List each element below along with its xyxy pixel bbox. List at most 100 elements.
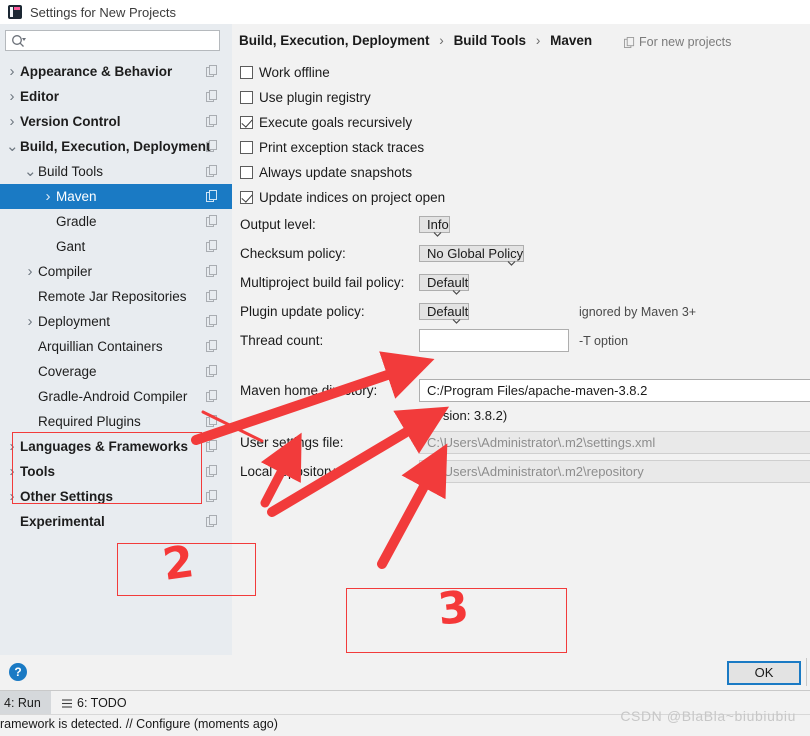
chevron-down-icon[interactable]: ⌄ — [6, 134, 19, 159]
chevron-right-icon[interactable]: › — [24, 259, 36, 284]
search-box[interactable] — [5, 30, 220, 51]
checkbox-execute-goals-recursively[interactable]: Execute goals recursively — [240, 112, 412, 133]
sidebar-item-compiler[interactable]: › Compiler — [0, 259, 232, 284]
copy-settings-icon[interactable] — [206, 515, 218, 527]
sidebar-item-gradle-android-compiler[interactable]: Gradle-Android Compiler — [0, 384, 232, 409]
sidebar-item-remote-jar-repositories[interactable]: Remote Jar Repositories — [0, 284, 232, 309]
chevron-right-icon[interactable]: › — [24, 309, 36, 334]
select-checksum-policy[interactable]: No Global Policy — [419, 245, 525, 266]
select-multiproject[interactable]: Default — [419, 274, 470, 295]
sidebar-item-label: Gant — [56, 239, 86, 254]
copy-settings-icon[interactable] — [206, 115, 218, 127]
copy-settings-icon[interactable] — [206, 240, 218, 252]
copy-settings-icon[interactable] — [206, 315, 218, 327]
chevron-right-icon[interactable]: › — [6, 434, 18, 459]
select-output-level[interactable]: Info — [419, 216, 450, 237]
breadcrumb: Build, Execution, Deployment › Build Too… — [239, 33, 592, 48]
ok-button[interactable]: OK — [727, 661, 801, 685]
copy-settings-icon[interactable] — [206, 190, 218, 202]
copy-settings-icon[interactable] — [206, 290, 218, 302]
chevron-down-icon[interactable] — [433, 224, 442, 237]
copy-settings-icon[interactable] — [206, 490, 218, 502]
search-input[interactable] — [32, 32, 216, 51]
sidebar-item-version-control[interactable]: › Version Control — [0, 109, 232, 134]
copy-settings-icon[interactable] — [206, 365, 218, 377]
dialog-right-edge — [806, 658, 810, 686]
sidebar-item-build-execution-deployment[interactable]: ⌄ Build, Execution, Deployment — [0, 134, 232, 159]
checkbox-indicator[interactable] — [240, 66, 253, 79]
select-value: Default — [427, 304, 469, 319]
checkbox-always-update-snapshots[interactable]: Always update snapshots — [240, 162, 412, 183]
sidebar-item-required-plugins[interactable]: Required Plugins — [0, 409, 232, 434]
sidebar-item-languages-frameworks[interactable]: › Languages & Frameworks — [0, 434, 232, 459]
breadcrumb-part-1[interactable]: Build, Execution, Deployment — [239, 33, 430, 48]
chevron-right-icon[interactable]: › — [42, 184, 54, 209]
breadcrumb-part-3[interactable]: Maven — [550, 33, 592, 48]
field-label-user-settings: User settings file: — [240, 435, 344, 450]
sidebar-item-label: Languages & Frameworks — [20, 439, 189, 454]
checkbox-indicator[interactable] — [240, 191, 253, 204]
sidebar-item-build-tools[interactable]: ⌄ Build Tools — [0, 159, 232, 184]
copy-settings-icon[interactable] — [206, 390, 218, 402]
field-label-multiproject: Multiproject build fail policy: — [240, 275, 405, 290]
sidebar-item-appearance-behavior[interactable]: › Appearance & Behavior — [0, 59, 232, 84]
sidebar-item-editor[interactable]: › Editor — [0, 84, 232, 109]
copy-settings-icon[interactable] — [206, 90, 218, 102]
sidebar-item-deployment[interactable]: › Deployment — [0, 309, 232, 334]
copy-settings-icon[interactable] — [206, 465, 218, 477]
sidebar-item-arquillian-containers[interactable]: Arquillian Containers — [0, 334, 232, 359]
field-row-plugin-update: Plugin update policy: Default ignored by M… — [240, 300, 696, 324]
sidebar-item-tools[interactable]: › Tools — [0, 459, 232, 484]
input-value: C:\Users\Administrator\.m2\settings.xml — [427, 435, 656, 450]
sidebar-item-gant[interactable]: Gant — [0, 234, 232, 259]
checkbox-work-offline[interactable]: Work offline — [240, 62, 330, 83]
copy-settings-icon[interactable] — [206, 440, 218, 452]
sidebar-item-experimental[interactable]: Experimental — [0, 509, 232, 534]
sidebar-item-label: Version Control — [20, 114, 121, 129]
checkbox-use-plugin-registry[interactable]: Use plugin registry — [240, 87, 371, 108]
chevron-right-icon[interactable]: › — [6, 484, 18, 509]
sidebar-item-other-settings[interactable]: › Other Settings — [0, 484, 232, 509]
sidebar-item-label: Experimental — [20, 514, 105, 529]
copy-settings-icon[interactable] — [206, 165, 218, 177]
chevron-right-icon[interactable]: › — [6, 59, 18, 84]
checkbox-indicator[interactable] — [240, 141, 253, 154]
checkbox-update-indices-on-project-open[interactable]: Update indices on project open — [240, 187, 445, 208]
sidebar-item-label: Remote Jar Repositories — [38, 289, 187, 304]
copy-settings-icon[interactable] — [206, 140, 218, 152]
chevron-right-icon[interactable]: › — [6, 109, 18, 134]
checkbox-print-exception-stack-traces[interactable]: Print exception stack traces — [240, 137, 424, 158]
sidebar-item-maven[interactable]: › Maven — [0, 184, 232, 209]
help-icon[interactable]: ? — [9, 663, 27, 681]
chevron-down-icon[interactable] — [507, 253, 516, 266]
chevron-down-icon[interactable] — [452, 282, 461, 295]
checkbox-indicator[interactable] — [240, 166, 253, 179]
sidebar-item-coverage[interactable]: Coverage — [0, 359, 232, 384]
input-thread-count[interactable] — [419, 329, 569, 352]
copy-settings-icon[interactable] — [206, 215, 218, 227]
checkbox-indicator[interactable] — [240, 91, 253, 104]
input-user-settings[interactable]: C:\Users\Administrator\.m2\settings.xml — [419, 431, 810, 454]
checkbox-label: Print exception stack traces — [259, 140, 425, 155]
chevron-down-icon[interactable]: ⌄ — [24, 159, 37, 184]
copy-settings-icon[interactable] — [206, 415, 218, 427]
input-maven-home[interactable]: C:/Program Files/apache-maven-3.8.2 — [419, 379, 810, 402]
sidebar-item-label: Maven — [56, 189, 97, 204]
chevron-right-icon[interactable]: › — [6, 84, 18, 109]
sidebar-item-gradle[interactable]: Gradle — [0, 209, 232, 234]
field-hint-plugin-update: ignored by Maven 3+ — [579, 305, 697, 319]
tab-run[interactable]: 4: Run — [0, 691, 51, 715]
field-label-output-level: Output level: — [240, 217, 316, 232]
breadcrumb-part-2[interactable]: Build Tools — [454, 33, 527, 48]
chevron-down-icon[interactable] — [452, 311, 461, 324]
chevron-right-icon[interactable]: › — [6, 459, 18, 484]
sidebar-item-label: Gradle — [56, 214, 97, 229]
copy-settings-icon[interactable] — [206, 265, 218, 277]
copy-settings-icon[interactable] — [206, 340, 218, 352]
checkbox-indicator[interactable] — [240, 116, 253, 129]
tab-todo[interactable]: 6: TODO — [62, 691, 127, 715]
input-local-repo[interactable]: C:\Users\Administrator\.m2\repository — [419, 460, 810, 483]
copy-settings-icon[interactable] — [206, 65, 218, 77]
select-plugin-update[interactable]: Default — [419, 303, 470, 324]
sidebar-item-label: Appearance & Behavior — [20, 64, 173, 79]
